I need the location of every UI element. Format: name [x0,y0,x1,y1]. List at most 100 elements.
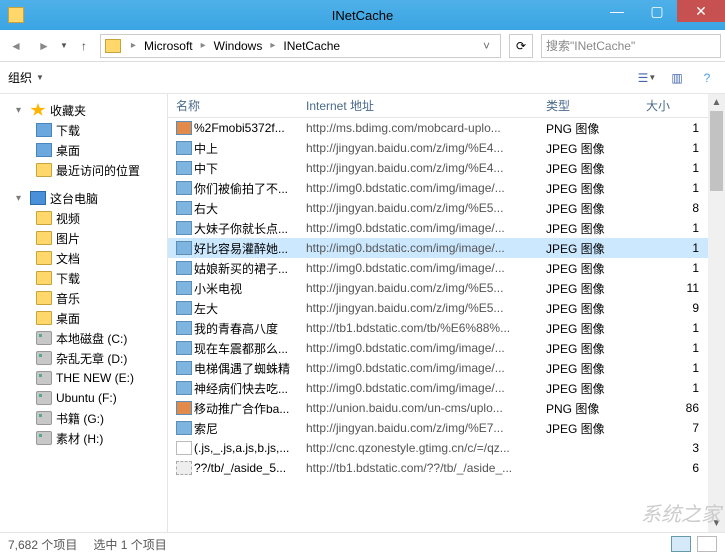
file-icon [176,261,192,275]
file-row[interactable]: 我的青春高八度http://tb1.bdstatic.com/tb/%E6%88… [168,318,725,338]
file-row[interactable]: 中上http://jingyan.baidu.com/z/img/%E4...J… [168,138,725,158]
file-row[interactable]: 你们被偷拍了不...http://img0.bdstatic.com/img/i… [168,178,725,198]
file-icon [176,181,192,195]
status-item-count: 7,682 个项目 [8,536,77,553]
details-view-button[interactable] [671,536,691,552]
sidebar-drive-g[interactable]: 书籍 (G:) [4,408,167,428]
file-url: http://img0.bdstatic.com/img/image/... [298,361,538,375]
breadcrumb-dropdown-icon[interactable]: ˅ [477,39,496,53]
sidebar-drive-e[interactable]: THE NEW (E:) [4,368,167,388]
file-row[interactable]: 索尼http://jingyan.baidu.com/z/img/%E7...J… [168,418,725,438]
sidebar-item-music[interactable]: 音乐 [4,288,167,308]
crumb-item[interactable]: Windows [212,39,265,53]
file-type: JPEG 图像 [538,180,638,197]
file-row[interactable]: (.js,_.js,a.js,b.js,...http://cnc.qzones… [168,438,725,458]
file-name: %2Fmobi5372f... [194,121,285,135]
back-button[interactable]: ◄ [4,34,28,58]
file-name: (.js,_.js,a.js,b.js,... [194,441,289,455]
star-icon [30,103,46,117]
up-button[interactable]: ↑ [72,34,96,58]
file-type: JPEG 图像 [538,380,638,397]
disk-icon [36,371,52,385]
file-row[interactable]: 神经病们快去吃...http://img0.bdstatic.com/img/i… [168,378,725,398]
file-row[interactable]: 电梯偶遇了蜘蛛精http://img0.bdstatic.com/img/ima… [168,358,725,378]
refresh-button[interactable]: ⟳ [509,34,533,58]
favorites-group[interactable]: ▾收藏夹 [4,100,167,120]
folder-icon [36,271,52,285]
column-type[interactable]: 类型 [538,97,638,114]
sidebar-drive-h[interactable]: 素材 (H:) [4,428,167,448]
chevron-right-icon[interactable]: ▸ [266,40,279,51]
desktop-icon [36,143,52,157]
file-row[interactable]: 中下http://jingyan.baidu.com/z/img/%E4...J… [168,158,725,178]
vertical-scrollbar[interactable]: ▲ ▼ [708,94,725,532]
file-icon [176,241,192,255]
scroll-down-icon[interactable]: ▼ [708,515,725,532]
file-url: http://img0.bdstatic.com/img/image/... [298,381,538,395]
file-row[interactable]: ??/tb/_/aside_5...http://tb1.bdstatic.co… [168,458,725,478]
file-row[interactable]: 现在车震都那么...http://img0.bdstatic.com/img/i… [168,338,725,358]
search-input[interactable]: 搜索"INetCache" [541,34,721,58]
command-bar: 组织 ▼ ☰▼ ▥ ? [0,62,725,94]
file-row[interactable]: 右大http://jingyan.baidu.com/z/img/%E5...J… [168,198,725,218]
sidebar-drive-f[interactable]: Ubuntu (F:) [4,388,167,408]
file-row[interactable]: 移动推广合作ba...http://union.baidu.com/un-cms… [168,398,725,418]
organize-button[interactable]: 组织 [8,69,32,86]
minimize-button[interactable]: — [597,0,637,22]
chevron-down-icon[interactable]: ▼ [36,73,44,82]
breadcrumb[interactable]: ▸ Microsoft ▸ Windows ▸ INetCache ˅ [100,34,501,58]
collapse-icon[interactable]: ▾ [16,105,26,116]
crumb-item[interactable]: INetCache [281,39,342,53]
column-url[interactable]: Internet 地址 [298,97,538,114]
file-row[interactable]: 姑娘新买的裙子...http://img0.bdstatic.com/img/i… [168,258,725,278]
scroll-thumb[interactable] [710,111,723,191]
file-row[interactable]: %2Fmobi5372f...http://ms.bdimg.com/mobca… [168,118,725,138]
crumb-item[interactable]: Microsoft [142,39,195,53]
file-url: http://tb1.bdstatic.com/??/tb/_/aside_..… [298,461,538,475]
history-dropdown-icon[interactable]: ▼ [60,41,68,50]
file-icon [176,341,192,355]
file-name: 我的青春高八度 [194,320,278,337]
preview-pane-button[interactable]: ▥ [667,68,687,88]
chevron-right-icon[interactable]: ▸ [197,40,210,51]
close-button[interactable]: ✕ [677,0,725,22]
sidebar-item-downloads-pc[interactable]: 下载 [4,268,167,288]
file-url: http://jingyan.baidu.com/z/img/%E7... [298,421,538,435]
file-type: JPEG 图像 [538,140,638,157]
sidebar-item-recent[interactable]: 最近访问的位置 [4,160,167,180]
thumbnail-view-button[interactable] [697,536,717,552]
collapse-icon[interactable]: ▾ [16,193,26,204]
sidebar-item-pictures[interactable]: 图片 [4,228,167,248]
sidebar-item-desktop[interactable]: 桌面 [4,140,167,160]
sidebar-drive-c[interactable]: 本地磁盘 (C:) [4,328,167,348]
view-options-button[interactable]: ☰▼ [637,68,657,88]
file-row[interactable]: 好比容易灌醉她...http://img0.bdstatic.com/img/i… [168,238,725,258]
column-name[interactable]: 名称 [168,97,298,114]
folder-icon [36,231,52,245]
scroll-track[interactable] [708,111,725,515]
file-row[interactable]: 左大http://jingyan.baidu.com/z/img/%E5...J… [168,298,725,318]
file-row[interactable]: 小米电视http://jingyan.baidu.com/z/img/%E5..… [168,278,725,298]
file-row[interactable]: 大妹子你就长点... http://img0.bdstatic.com/img/i… [168,218,725,238]
navigation-pane: ▾收藏夹 下载 桌面 最近访问的位置 ▾这台电脑 视频 图片 文档 下载 音乐 … [0,94,168,532]
sidebar-item-desktop-pc[interactable]: 桌面 [4,308,167,328]
sidebar-item-documents[interactable]: 文档 [4,248,167,268]
file-url: http://jingyan.baidu.com/z/img/%E5... [298,201,538,215]
maximize-button[interactable]: ▢ [637,0,677,22]
file-name: 大妹子你就长点... [194,220,288,237]
sidebar-item-downloads[interactable]: 下载 [4,120,167,140]
scroll-up-icon[interactable]: ▲ [708,94,725,111]
file-icon [176,401,192,415]
help-button[interactable]: ? [697,68,717,88]
sidebar-item-videos[interactable]: 视频 [4,208,167,228]
sidebar-drive-d[interactable]: 杂乱无章 (D:) [4,348,167,368]
file-url: http://img0.bdstatic.com/img/image/... [298,221,538,235]
file-name: 索尼 [194,420,218,437]
file-url: http://img0.bdstatic.com/img/image/... [298,181,538,195]
forward-button[interactable]: ► [32,34,56,58]
this-pc-group[interactable]: ▾这台电脑 [4,188,167,208]
file-type: JPEG 图像 [538,240,638,257]
chevron-right-icon[interactable]: ▸ [127,40,140,51]
file-name: 姑娘新买的裙子... [194,260,288,277]
file-type: PNG 图像 [538,120,638,137]
